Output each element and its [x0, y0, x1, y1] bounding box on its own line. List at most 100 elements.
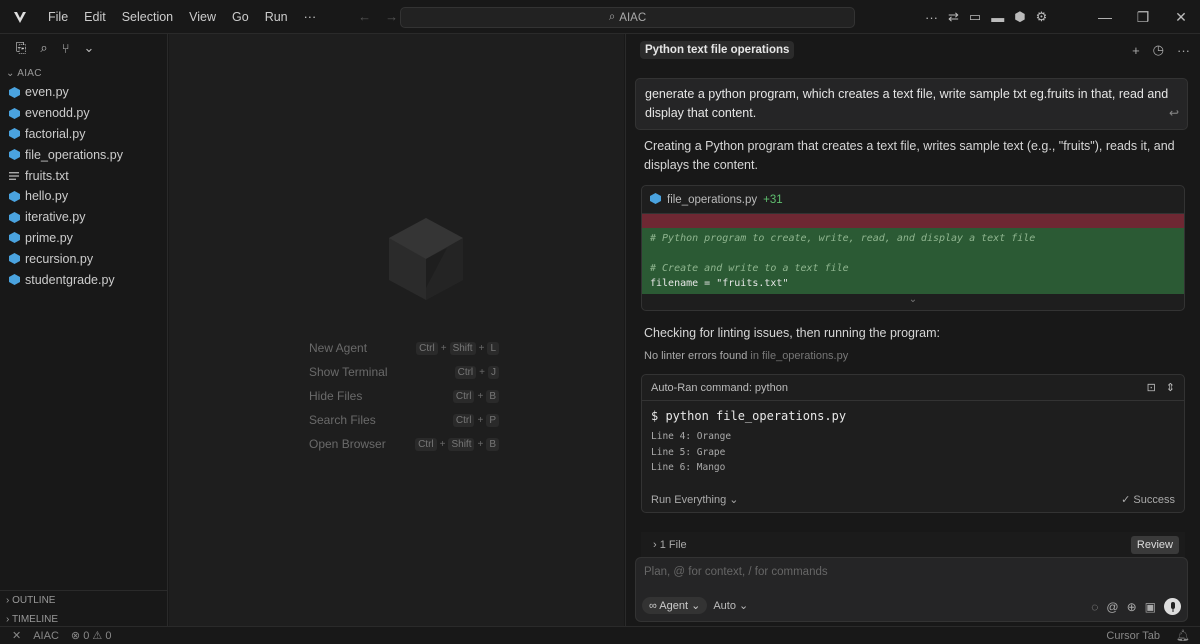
error-icon: ⊗ [70, 630, 81, 642]
file-item[interactable]: file_operations.py [0, 144, 167, 165]
problems-indicator[interactable]: ⊗ 0 ⚠ 0 [71, 629, 112, 642]
restore-icon[interactable]: ❐ [1124, 9, 1162, 26]
chat-tab-title[interactable]: Python text file operations [640, 41, 795, 59]
status-folder[interactable]: AIAC [33, 630, 59, 642]
more-icon[interactable]: ··· [925, 10, 938, 25]
python-file-icon [8, 232, 20, 244]
changed-files-bar[interactable]: › 1 File Review [641, 532, 1185, 558]
run-mode-dropdown[interactable]: Run Everything ⌄ [651, 493, 739, 506]
python-file-icon [650, 192, 661, 207]
more-icon[interactable]: ··· [1177, 43, 1190, 58]
sync-icon[interactable]: ⇄ [948, 9, 959, 25]
status-bar: ✕ AIAC ⊗ 0 ⚠ 0 Cursor Tab 🔔︎ [0, 626, 1200, 644]
shortcut-keys: Ctrl + Shift + B [415, 437, 499, 451]
back-arrow-icon[interactable]: ← [358, 9, 371, 24]
file-item[interactable]: even.py [0, 82, 167, 103]
chat-header: Python text file operations + ◷ ··· [626, 34, 1200, 66]
plus-sign: + [477, 390, 484, 402]
open-terminal-icon[interactable]: ⊡ [1147, 381, 1156, 394]
file-item[interactable]: prime.py [0, 228, 167, 249]
forward-arrow-icon[interactable]: → [385, 9, 398, 24]
chevron-right-icon: › [6, 595, 10, 606]
cursor-cube-icon [389, 218, 463, 303]
shortcut-row[interactable]: Show Terminal Ctrl + J [309, 360, 499, 384]
new-chat-icon[interactable]: + [1132, 43, 1140, 58]
remote-icon[interactable]: ✕ [12, 629, 21, 642]
toggle-panel-icon[interactable]: ▬ [991, 10, 1004, 25]
user-message[interactable]: generate a python program, which creates… [635, 78, 1188, 130]
cursor-tab-label[interactable]: Cursor Tab [1106, 630, 1160, 642]
chevron-down-icon[interactable]: ⌄ [84, 40, 95, 56]
globe-icon[interactable]: ⊕ [1127, 600, 1137, 614]
menu-item[interactable]: View [181, 0, 224, 34]
lines-added-count: +31 [763, 193, 783, 206]
files-tab-icon[interactable]: ⎘ [16, 40, 26, 56]
chevron-right-icon: › [653, 539, 660, 551]
file-item[interactable]: fruits.txt [0, 165, 167, 186]
model-dropdown[interactable]: Auto ⌄ [713, 599, 748, 612]
terminal-output-line: Line 5: Grape [651, 446, 726, 458]
expand-collapse-icon[interactable]: ⇕ [1166, 381, 1175, 394]
file-item[interactable]: studentgrade.py [0, 269, 167, 290]
plus-sign: + [479, 366, 485, 378]
composer-placeholder[interactable]: Plan, @ for context, / for commands [644, 566, 828, 578]
menu-item[interactable]: Selection [114, 0, 181, 34]
expand-chevron-icon[interactable]: ⌄ [642, 294, 1184, 308]
plus-sign: + [477, 438, 484, 450]
source-control-icon[interactable]: ⑂ [62, 41, 70, 56]
shortcut-row[interactable]: Search Files Ctrl + P [309, 408, 499, 432]
file-name: evenodd.py [25, 106, 90, 121]
revert-icon[interactable]: ↩ [1169, 104, 1179, 123]
file-item[interactable]: recursion.py [0, 248, 167, 269]
menu-item[interactable]: ··· [296, 0, 325, 34]
shortcut-keys: Ctrl + Shift + L [416, 341, 499, 355]
file-item[interactable]: iterative.py [0, 207, 167, 228]
close-icon[interactable]: ✕ [1162, 9, 1200, 26]
mention-icon[interactable]: @ [1106, 600, 1118, 614]
app-logo-icon [12, 9, 28, 25]
review-button[interactable]: Review [1130, 536, 1179, 554]
title-bar: File Edit Selection View Go Run ··· ← → ⌕ AIAC… [0, 0, 1200, 34]
changed-files-label: 1 File [659, 539, 687, 551]
menu-item[interactable]: File [40, 0, 76, 34]
toggle-agent-icon[interactable]: ⬢ [1014, 9, 1025, 25]
command-search[interactable]: ⌕ AIAC [400, 7, 855, 28]
shortcut-row[interactable]: Open Browser Ctrl + Shift + B [309, 432, 499, 456]
user-message-text: generate a python program, which creates… [645, 87, 1169, 120]
agent-mode-dropdown[interactable]: ∞ Agent ⌄ [642, 597, 708, 614]
image-icon[interactable]: ▣ [1145, 600, 1156, 614]
folder-header[interactable]: ⌄ AIAC [0, 62, 167, 82]
toggle-sidebar-icon[interactable]: ▭ [969, 9, 981, 25]
menu-item[interactable]: Run [257, 0, 296, 34]
python-file-icon [8, 190, 20, 202]
context-usage-icon[interactable]: ◌ [1091, 600, 1098, 614]
python-file-icon [8, 274, 20, 286]
code-card-header[interactable]: file_operations.py +31 [642, 186, 1184, 214]
file-item[interactable]: evenodd.py [0, 103, 167, 124]
minimize-icon[interactable]: — [1086, 9, 1124, 25]
shortcut-row[interactable]: New Agent Ctrl + Shift + L [309, 336, 499, 360]
key-cap: J [488, 365, 499, 379]
timeline-label: TIMELINE [11, 614, 59, 625]
microphone-icon[interactable] [1164, 598, 1181, 615]
python-file-icon [8, 107, 20, 119]
menu-item[interactable]: Edit [76, 0, 114, 34]
search-tab-icon[interactable]: ⌕ [40, 40, 47, 56]
code-line: # Python program to create, write, read,… [650, 233, 1036, 244]
menu-item[interactable]: Go [224, 0, 257, 34]
plus-sign: + [477, 414, 484, 426]
shortcut-row[interactable]: Hide Files Ctrl + B [309, 384, 499, 408]
shortcut-keys: Ctrl + P [452, 413, 499, 427]
assistant-reply: Creating a Python program that creates a… [644, 139, 1175, 172]
key-cap: Shift [448, 437, 475, 451]
file-item[interactable]: hello.py [0, 186, 167, 207]
chat-composer[interactable]: Plan, @ for context, / for commands ∞ Ag… [635, 557, 1188, 622]
notifications-bell-icon[interactable]: 🔔︎ [1176, 629, 1190, 642]
outline-section[interactable]: › OUTLINE [0, 590, 168, 610]
history-icon[interactable]: ◷ [1153, 42, 1164, 58]
settings-gear-icon[interactable]: ⚙ [1036, 9, 1048, 25]
file-item[interactable]: factorial.py [0, 124, 167, 145]
warning-icon: ⚠ [92, 630, 103, 642]
code-diff-card: file_operations.py +31 # Python program … [641, 185, 1185, 311]
